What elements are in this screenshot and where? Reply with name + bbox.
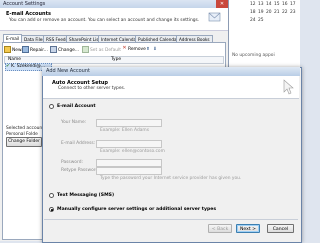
password-label: Password: [61, 160, 83, 165]
move-down-button[interactable]: ⬇ [153, 46, 157, 54]
retype-password-input[interactable] [96, 167, 162, 175]
account-settings-title: Account Settings [3, 1, 46, 7]
calendar-day[interactable]: 16 [282, 2, 288, 7]
repair-button[interactable]: Repair... [22, 46, 48, 54]
email-address-label: E-mail Address: [61, 141, 96, 146]
checkmark-icon [82, 46, 89, 53]
account-check-icon: ✔ [6, 64, 10, 69]
calendar-day[interactable]: 24 [250, 18, 256, 23]
your-name-input[interactable] [96, 119, 162, 127]
calendar-day[interactable]: 20 [266, 10, 272, 15]
calendar-day[interactable]: 22 [282, 10, 288, 15]
calendar-day[interactable]: 13 [258, 2, 264, 7]
text-messaging-label[interactable]: Text Messaging (SMS) [57, 193, 114, 198]
remove-button[interactable]: ✕Remove [122, 45, 146, 54]
calendar-day[interactable]: 14 [266, 2, 272, 7]
email-accounts-icon [208, 12, 221, 22]
move-up-button[interactable]: ⬆ [146, 46, 150, 54]
new-icon [4, 46, 11, 53]
no-upcoming-appointments: No upcoming appoi [232, 53, 275, 58]
auto-account-setup-description: Connect to other server types. [58, 86, 126, 91]
calendar-day[interactable]: 25 [258, 18, 264, 23]
column-type[interactable]: Type [111, 57, 121, 63]
remove-icon: ✕ [122, 45, 127, 51]
calendar-day[interactable]: 21 [274, 10, 280, 15]
accounts-toolbar: New... Repair... Change... Set as Defaul… [4, 46, 222, 54]
cursor-icon [283, 79, 294, 95]
repair-label: Repair... [30, 48, 48, 53]
next-button[interactable]: Next > [236, 224, 260, 233]
close-button[interactable]: ✕ [216, 0, 228, 8]
calendar-day[interactable]: 12 [250, 2, 256, 7]
calendar-day[interactable]: 18 [250, 10, 256, 15]
email-accounts-heading: E-mail Accounts [6, 11, 51, 17]
remove-label: Remove [128, 47, 146, 52]
email-address-hint: Example: ellen@contoso.com [100, 149, 165, 154]
email-accounts-description: You can add or remove an account. You ca… [9, 18, 200, 23]
back-button[interactable]: < Back [208, 224, 232, 233]
your-name-hint: Example: Ellen Adams [100, 128, 149, 133]
email-account-label[interactable]: E-mail Account [57, 104, 96, 109]
calendar-day[interactable]: 23 [290, 10, 296, 15]
dialog-divider [44, 219, 298, 220]
calendar-day[interactable]: 15 [274, 2, 280, 7]
set-default-button[interactable]: Set as Default [82, 46, 121, 54]
manual-configure-label[interactable]: Manually configure server settings or ad… [57, 207, 216, 212]
manual-configure-radio[interactable] [49, 207, 54, 212]
calendar-day[interactable]: 17 [290, 2, 296, 7]
retype-password-label: Retype Password: [61, 168, 100, 173]
email-address-input[interactable] [96, 140, 162, 148]
change-folder-button[interactable]: Change Folder [6, 137, 42, 147]
email-account-radio[interactable] [49, 104, 54, 109]
repair-icon [22, 46, 29, 53]
cancel-button[interactable]: Cancel [267, 224, 294, 233]
account-row-name: K. Szekendi@... [11, 64, 46, 69]
dialog-title: Add New Account [46, 68, 90, 74]
your-name-label: Your Name: [61, 120, 87, 125]
password-hint: Type the password your Internet service … [100, 176, 242, 181]
set-default-label: Set as Default [90, 48, 122, 53]
change-button[interactable]: Change... [50, 46, 79, 54]
text-messaging-radio[interactable] [49, 193, 54, 198]
calendar-day[interactable]: 19 [258, 10, 264, 15]
change-icon [50, 46, 57, 53]
password-input[interactable] [96, 159, 162, 167]
change-label: Change... [58, 48, 79, 53]
